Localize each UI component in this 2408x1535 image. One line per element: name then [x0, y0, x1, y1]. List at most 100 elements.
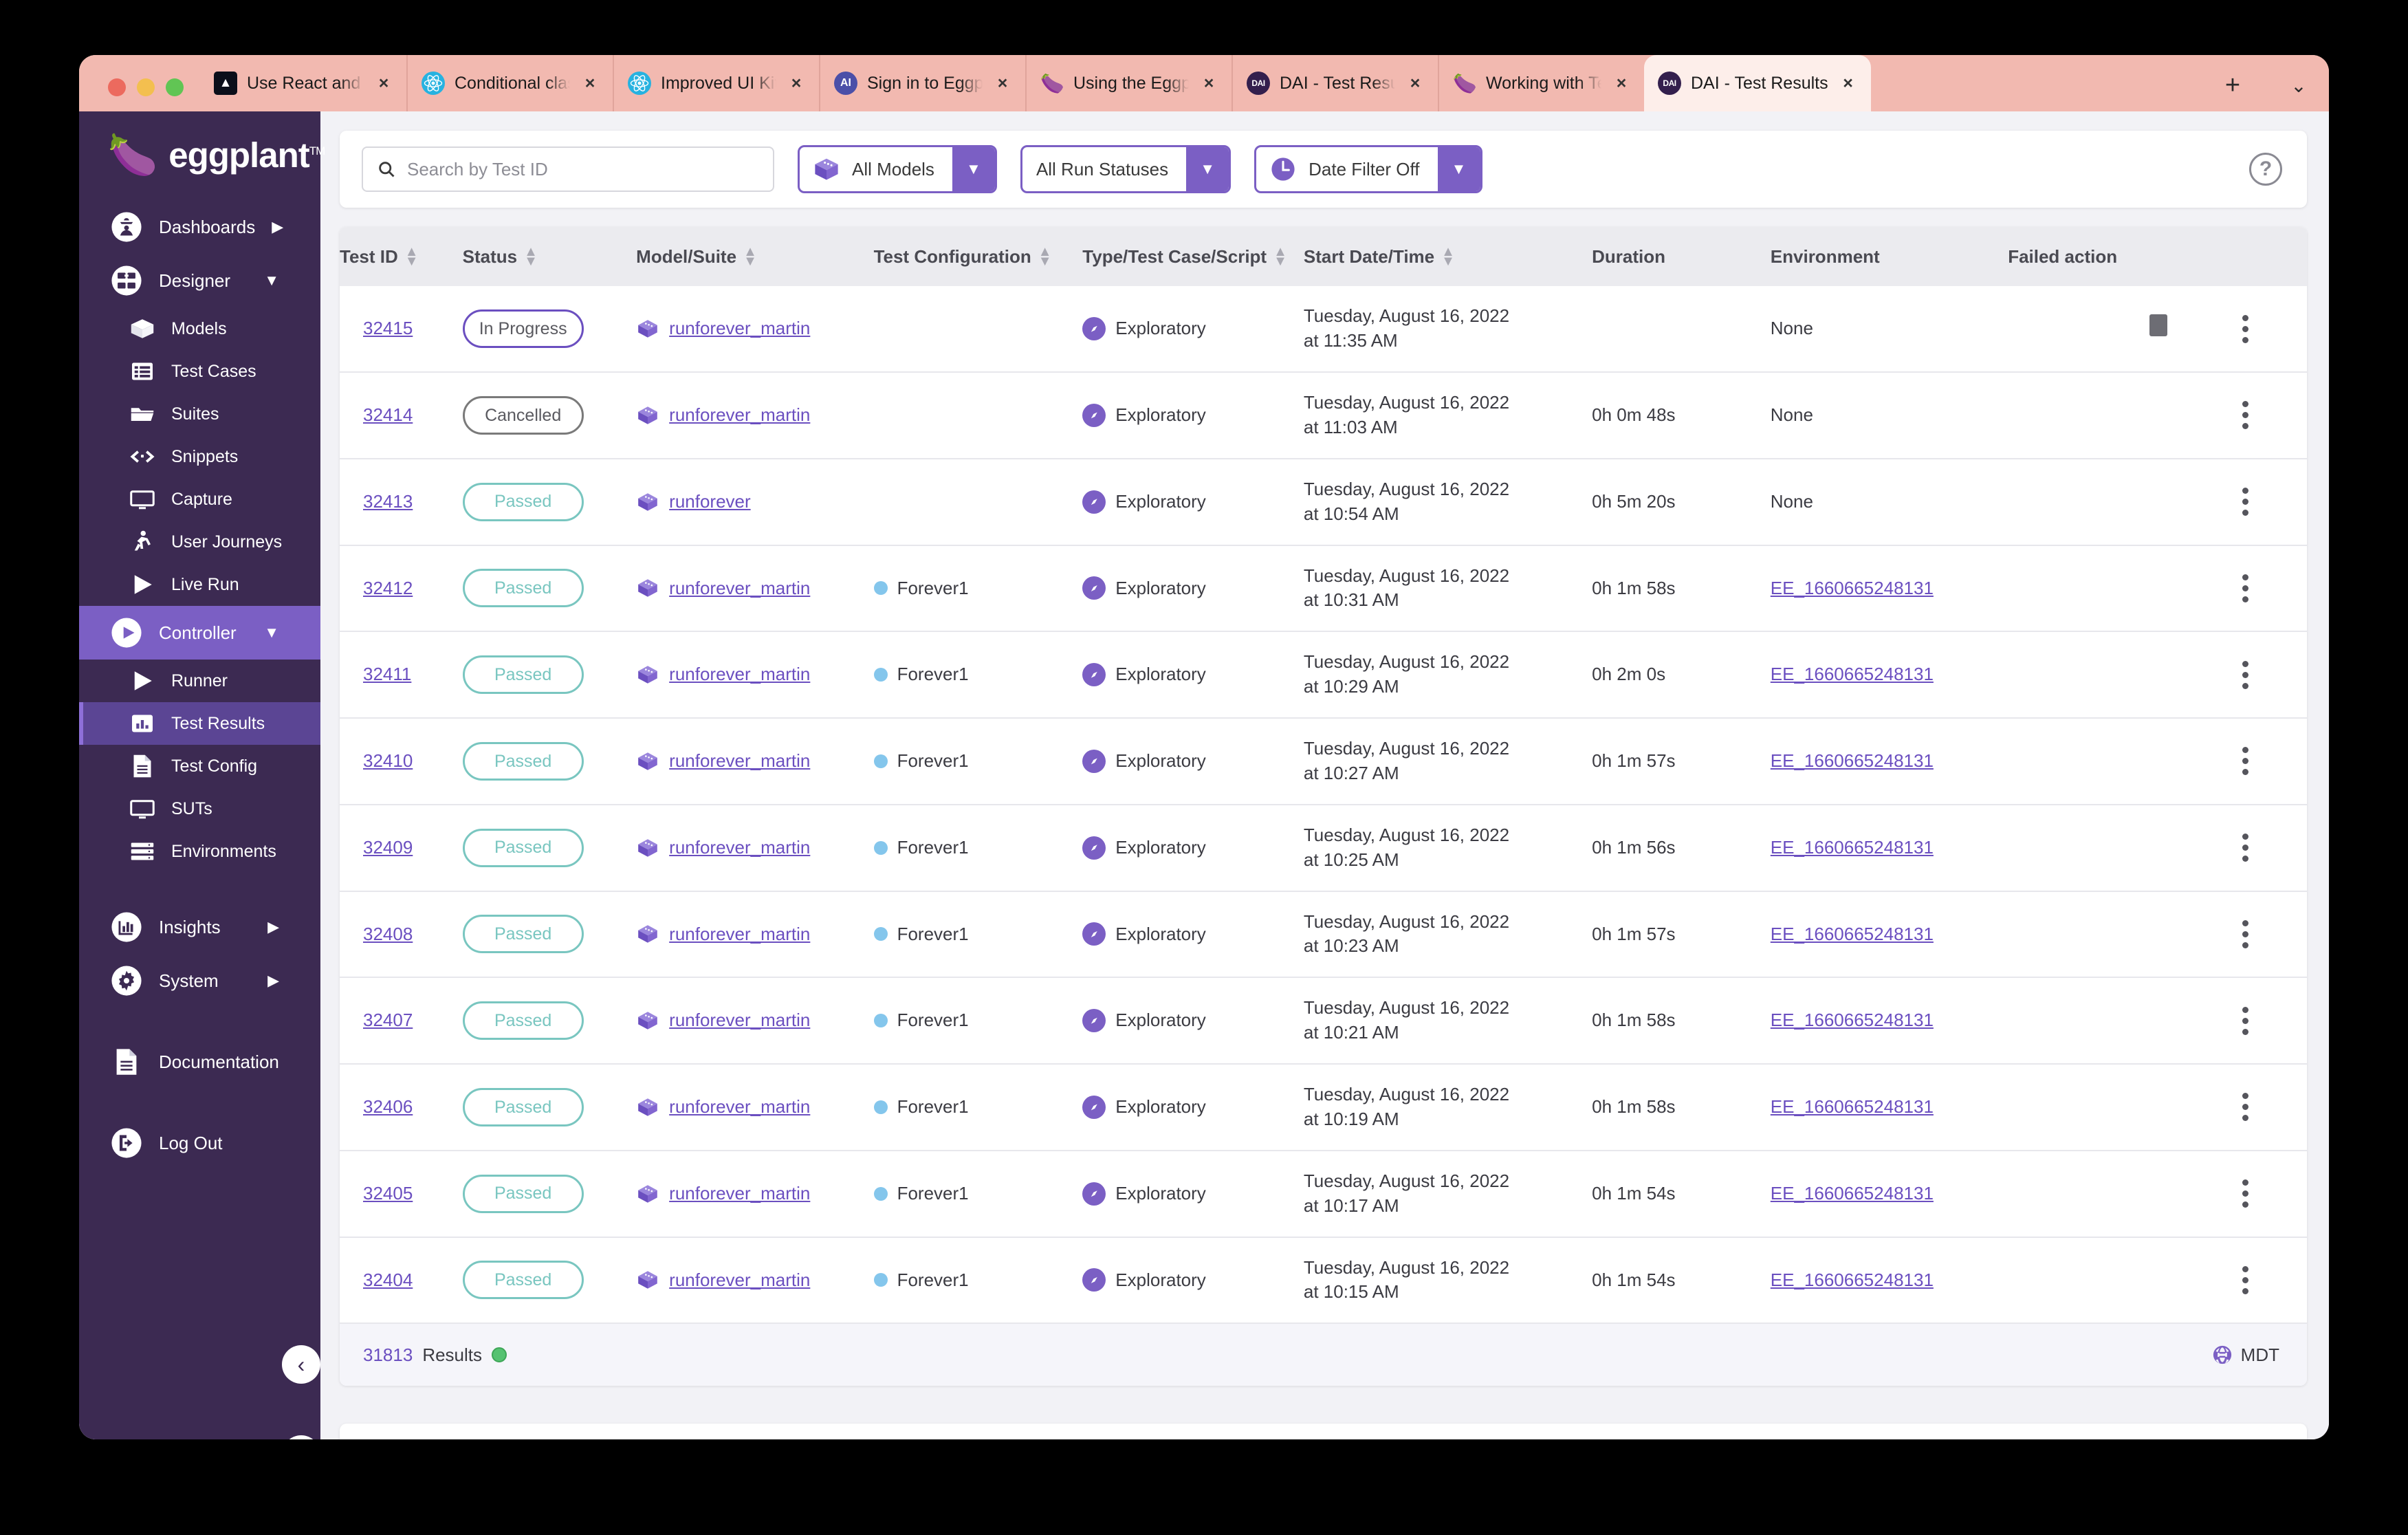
column-header-start-date-time[interactable]: Start Date/Time ▲ ▼ [1303, 227, 1592, 287]
model-suite-link[interactable]: runforever_martin [669, 749, 810, 774]
sort-toggle-icon[interactable]: ▲ ▼ [524, 245, 538, 268]
column-header-test-configuration[interactable]: Test Configuration ▲ ▼ [873, 227, 1083, 287]
date-filter-dropdown[interactable]: Date Filter Off ▼ [1254, 145, 1482, 193]
close-tab-icon[interactable]: × [580, 73, 600, 94]
table-row[interactable]: 32405 Passed runforever_martin Forever1 Expl… [340, 1150, 2307, 1238]
brand-logo[interactable]: 🍆 eggplantTM [79, 111, 325, 200]
sidebar-item-test-results[interactable]: Test Results [79, 702, 320, 745]
sidebar-item-test-config[interactable]: Test Config [79, 745, 320, 787]
close-tab-icon[interactable]: × [1611, 73, 1632, 94]
close-tab-icon[interactable]: × [1405, 73, 1425, 94]
close-tab-icon[interactable]: × [1198, 73, 1219, 94]
table-row[interactable]: 32406 Passed runforever_martin Forever1 Expl… [340, 1064, 2307, 1151]
sidebar-item-user-journeys[interactable]: User Journeys [79, 521, 320, 563]
column-header-status[interactable]: Status ▲ ▼ [462, 227, 637, 287]
sort-toggle-icon[interactable]: ▲ ▼ [1273, 245, 1287, 268]
environment-link[interactable]: EE_1660665248131 [1771, 924, 1934, 944]
sidebar-item-log-out[interactable]: Log Out [79, 1116, 320, 1170]
environment-link[interactable]: EE_1660665248131 [1771, 1096, 1934, 1117]
sidebar-item-controller[interactable]: Controller ▼ [79, 606, 320, 660]
column-header-model-suite[interactable]: Model/Suite ▲ ▼ [636, 227, 874, 287]
table-row[interactable]: 32409 Passed runforever_martin Forever1 Expl… [340, 804, 2307, 892]
sidebar-item-runner[interactable]: Runner [79, 660, 320, 702]
sidebar-item-suts[interactable]: SUTs [79, 787, 320, 830]
sidebar-item-suites[interactable]: Suites [79, 393, 320, 435]
failed-action-thumbnail[interactable] [2149, 314, 2168, 337]
new-tab-button[interactable]: + [2213, 66, 2252, 105]
sort-toggle-icon[interactable]: ▲ ▼ [743, 245, 757, 268]
sidebar-item-documentation[interactable]: Documentation [79, 1035, 320, 1089]
sidebar-item-live-run[interactable]: Live Run [79, 563, 320, 606]
test-id-link[interactable]: 32407 [363, 1010, 413, 1030]
model-suite-link[interactable]: runforever_martin [669, 1182, 810, 1206]
table-row[interactable]: 32412 Passed runforever_martin Forever1 Expl… [340, 545, 2307, 633]
test-id-link[interactable]: 32409 [363, 837, 413, 858]
browser-tab[interactable]: DAI DAI - Test Results × [1644, 55, 1871, 111]
close-tab-icon[interactable]: × [786, 73, 807, 94]
chevron-down-icon[interactable]: ▼ [952, 147, 995, 191]
browser-tab[interactable]: ▲ Use React and APIs × [200, 55, 406, 111]
column-header-type-test-case-script[interactable]: Type/Test Case/Script ▲ ▼ [1082, 227, 1304, 287]
test-id-link[interactable]: 32408 [363, 924, 413, 944]
row-actions-menu-icon[interactable] [2184, 1093, 2307, 1122]
row-actions-menu-icon[interactable] [2184, 401, 2307, 430]
table-row[interactable]: 32408 Passed runforever_martin Forever1 Expl… [340, 891, 2307, 979]
maximize-window-button[interactable] [166, 78, 184, 96]
sidebar-collapse-button-1[interactable]: ‹ [282, 1345, 320, 1384]
test-id-link[interactable]: 32410 [363, 750, 413, 771]
close-tab-icon[interactable]: × [1838, 73, 1859, 94]
sidebar-item-test-cases[interactable]: Test Cases [79, 350, 320, 393]
environment-link[interactable]: EE_1660665248131 [1771, 1183, 1934, 1204]
model-suite-link[interactable]: runforever_martin [669, 1008, 810, 1033]
minimize-window-button[interactable] [137, 78, 155, 96]
browser-tab[interactable]: 🍆 Working with Test Co × [1438, 55, 1644, 111]
test-id-link[interactable]: 32413 [363, 491, 413, 512]
chevron-down-icon[interactable]: ▼ [1437, 147, 1480, 191]
sidebar-item-system[interactable]: System ▶ [79, 954, 320, 1008]
test-id-link[interactable]: 32414 [363, 404, 413, 425]
sidebar-item-insights[interactable]: Insights ▶ [79, 900, 320, 954]
close-window-button[interactable] [108, 78, 126, 96]
environment-link[interactable]: EE_1660665248131 [1771, 750, 1934, 771]
model-suite-link[interactable]: runforever_martin [669, 1268, 810, 1293]
environment-link[interactable]: EE_1660665248131 [1771, 1010, 1934, 1030]
model-suite-link[interactable]: runforever_martin [669, 836, 810, 860]
row-actions-menu-icon[interactable] [2184, 1006, 2307, 1035]
row-actions-menu-icon[interactable] [2184, 314, 2307, 343]
sidebar-item-environments[interactable]: Environments [79, 830, 320, 873]
browser-tab[interactable]: DAI DAI - Test Results × [1232, 55, 1438, 111]
row-actions-menu-icon[interactable] [2184, 660, 2307, 689]
sidebar-item-designer[interactable]: Designer ▼ [79, 254, 320, 307]
column-header-test-id[interactable]: Test ID ▲ ▼ [340, 227, 463, 287]
row-actions-menu-icon[interactable] [2184, 488, 2307, 516]
model-filter-dropdown[interactable]: All Models ▼ [798, 145, 997, 193]
sort-toggle-icon[interactable]: ▲ ▼ [405, 245, 419, 268]
row-actions-menu-icon[interactable] [2184, 834, 2307, 862]
environment-link[interactable]: EE_1660665248131 [1771, 1270, 1934, 1290]
test-id-link[interactable]: 32411 [363, 664, 411, 684]
test-id-link[interactable]: 32406 [363, 1096, 413, 1117]
model-suite-link[interactable]: runforever_martin [669, 316, 810, 341]
browser-tab[interactable]: 🍆 Using the Eggplant D × [1025, 55, 1232, 111]
sidebar-item-dashboards[interactable]: Dashboards ▶ [79, 200, 320, 254]
test-id-link[interactable]: 32404 [363, 1270, 413, 1290]
search-input[interactable]: Search by Test ID [362, 146, 774, 192]
test-id-link[interactable]: 32412 [363, 578, 413, 598]
browser-tab[interactable]: Improved UI Kit | Rea × [613, 55, 819, 111]
model-suite-link[interactable]: runforever_martin [669, 922, 810, 947]
sidebar-item-models[interactable]: Models [79, 307, 320, 350]
row-actions-menu-icon[interactable] [2184, 1265, 2307, 1294]
help-button[interactable]: ? [2249, 153, 2282, 186]
table-row[interactable]: 32404 Passed runforever_martin Forever1 Expl… [340, 1237, 2307, 1323]
sidebar-item-capture[interactable]: Capture [79, 478, 320, 521]
tab-list-button[interactable]: ⌄ [2279, 66, 2318, 105]
sort-toggle-icon[interactable]: ▲ ▼ [1038, 245, 1052, 268]
row-actions-menu-icon[interactable] [2184, 747, 2307, 776]
model-suite-link[interactable]: runforever [669, 490, 751, 514]
test-id-link[interactable]: 32415 [363, 318, 413, 338]
row-actions-menu-icon[interactable] [2184, 919, 2307, 948]
row-actions-menu-icon[interactable] [2184, 574, 2307, 602]
row-actions-menu-icon[interactable] [2184, 1179, 2307, 1208]
browser-tab[interactable]: Conditional classes × [406, 55, 613, 111]
environment-link[interactable]: EE_1660665248131 [1771, 664, 1934, 684]
